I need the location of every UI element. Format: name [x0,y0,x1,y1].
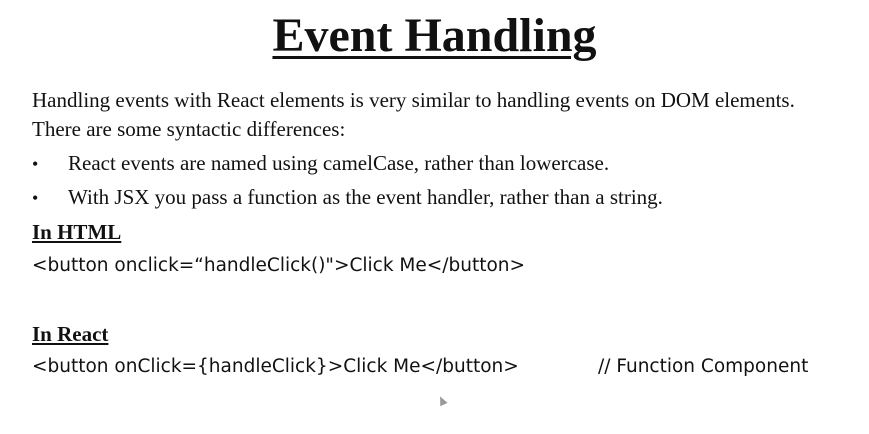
react-code-comment: // Function Component [598,356,809,377]
html-section-heading: In HTML [32,220,122,244]
html-code-line: <button onclick=“handleClick()">Click Me… [32,255,526,276]
bullet-item: • With JSX you pass a function as the ev… [32,182,663,216]
bullet-marker: • [32,188,39,208]
slide: Event Handling Handling events with Reac… [0,0,869,434]
react-code-line: <button onClick={handleClick}>Click Me</… [32,356,519,377]
bullet-item: • React events are named using camelCase… [32,148,663,182]
mouse-cursor-icon [436,394,448,407]
intro-paragraph: Handling events with React elements is v… [32,88,795,141]
bullet-marker: • [32,154,39,174]
bullet-list: • React events are named using camelCase… [32,148,663,216]
bullet-text: React events are named using camelCase, … [68,151,610,175]
slide-title-text: Event Handling [272,9,597,62]
react-section-heading: In React [32,322,109,346]
bullet-text: With JSX you pass a function as the even… [68,185,663,209]
slide-title: Event Handling [0,8,869,64]
